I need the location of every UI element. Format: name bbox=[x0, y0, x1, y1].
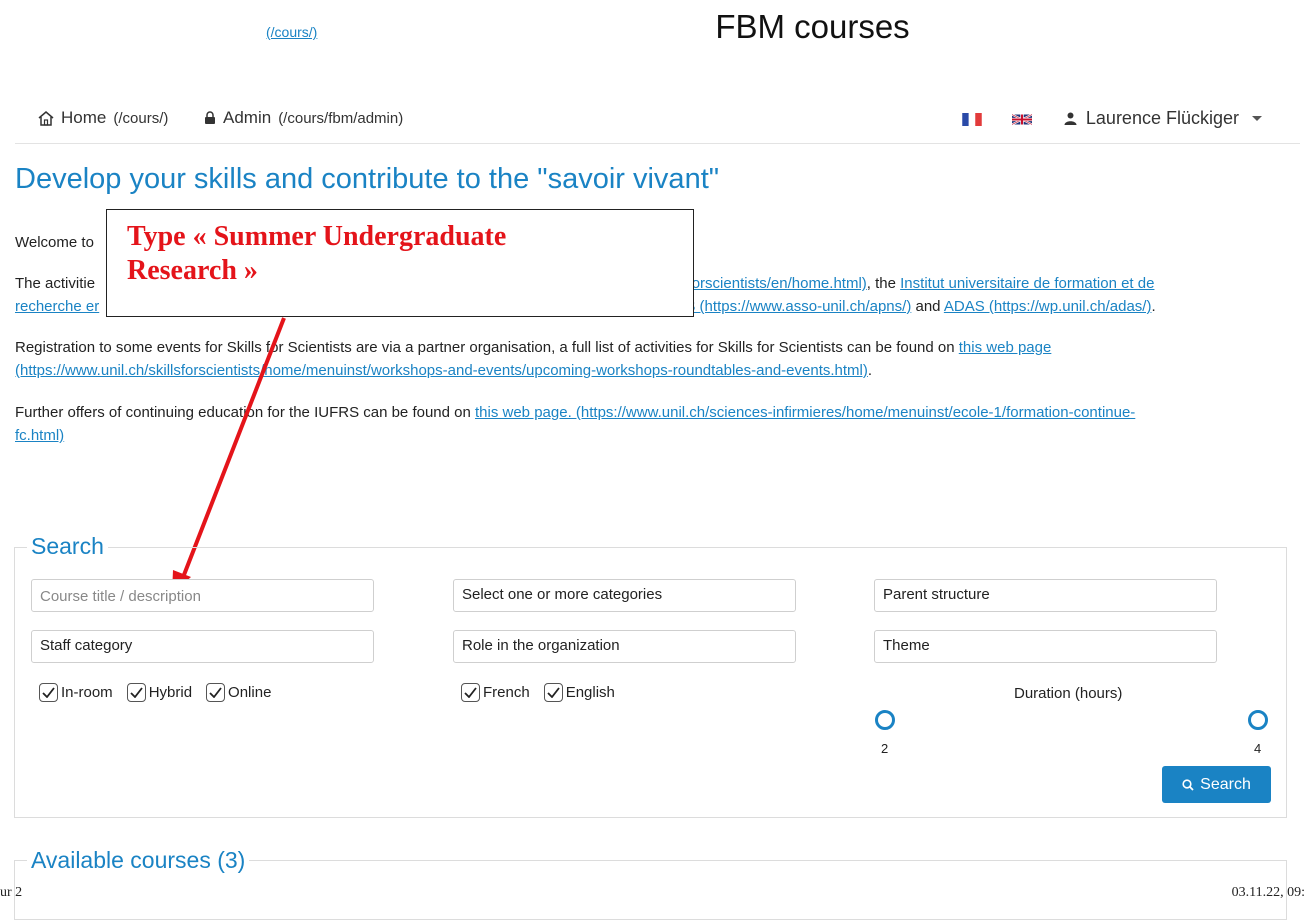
checkbox-english[interactable]: English bbox=[543, 683, 615, 702]
search-icon bbox=[1182, 778, 1194, 791]
check-icon bbox=[206, 683, 226, 702]
staff-category-select[interactable]: Staff category bbox=[31, 630, 374, 663]
course-title-input[interactable]: Course title / description bbox=[31, 579, 374, 612]
format-checkboxes: In-room Hybrid Online bbox=[39, 683, 281, 702]
checkbox-hybrid[interactable]: Hybrid bbox=[126, 683, 192, 702]
duration-label: Duration (hours) bbox=[1014, 685, 1123, 702]
search-button-label: Search bbox=[1200, 775, 1251, 793]
parent-structure-select[interactable]: Parent structure bbox=[874, 579, 1217, 612]
check-icon bbox=[39, 683, 58, 702]
checkbox-online[interactable]: Online bbox=[206, 683, 271, 702]
duration-max-handle[interactable] bbox=[1248, 710, 1268, 730]
duration-min-handle[interactable] bbox=[875, 710, 895, 730]
check-icon bbox=[461, 683, 480, 702]
search-button[interactable]: Search bbox=[1162, 766, 1271, 803]
categories-select[interactable]: Select one or more categories bbox=[453, 579, 796, 612]
checkbox-in-room[interactable]: In-room bbox=[39, 683, 113, 702]
duration-min-value: 2 bbox=[881, 741, 889, 756]
search-legend: Search bbox=[27, 533, 108, 560]
theme-select[interactable]: Theme bbox=[874, 630, 1217, 663]
duration-max-value: 4 bbox=[1254, 741, 1262, 756]
check-icon bbox=[126, 683, 146, 702]
role-select[interactable]: Role in the organization bbox=[453, 630, 796, 663]
check-icon bbox=[543, 683, 563, 702]
checkbox-french[interactable]: French bbox=[461, 683, 530, 702]
available-courses-legend: Available courses (3) bbox=[27, 847, 250, 874]
language-checkboxes: French English bbox=[461, 683, 625, 702]
